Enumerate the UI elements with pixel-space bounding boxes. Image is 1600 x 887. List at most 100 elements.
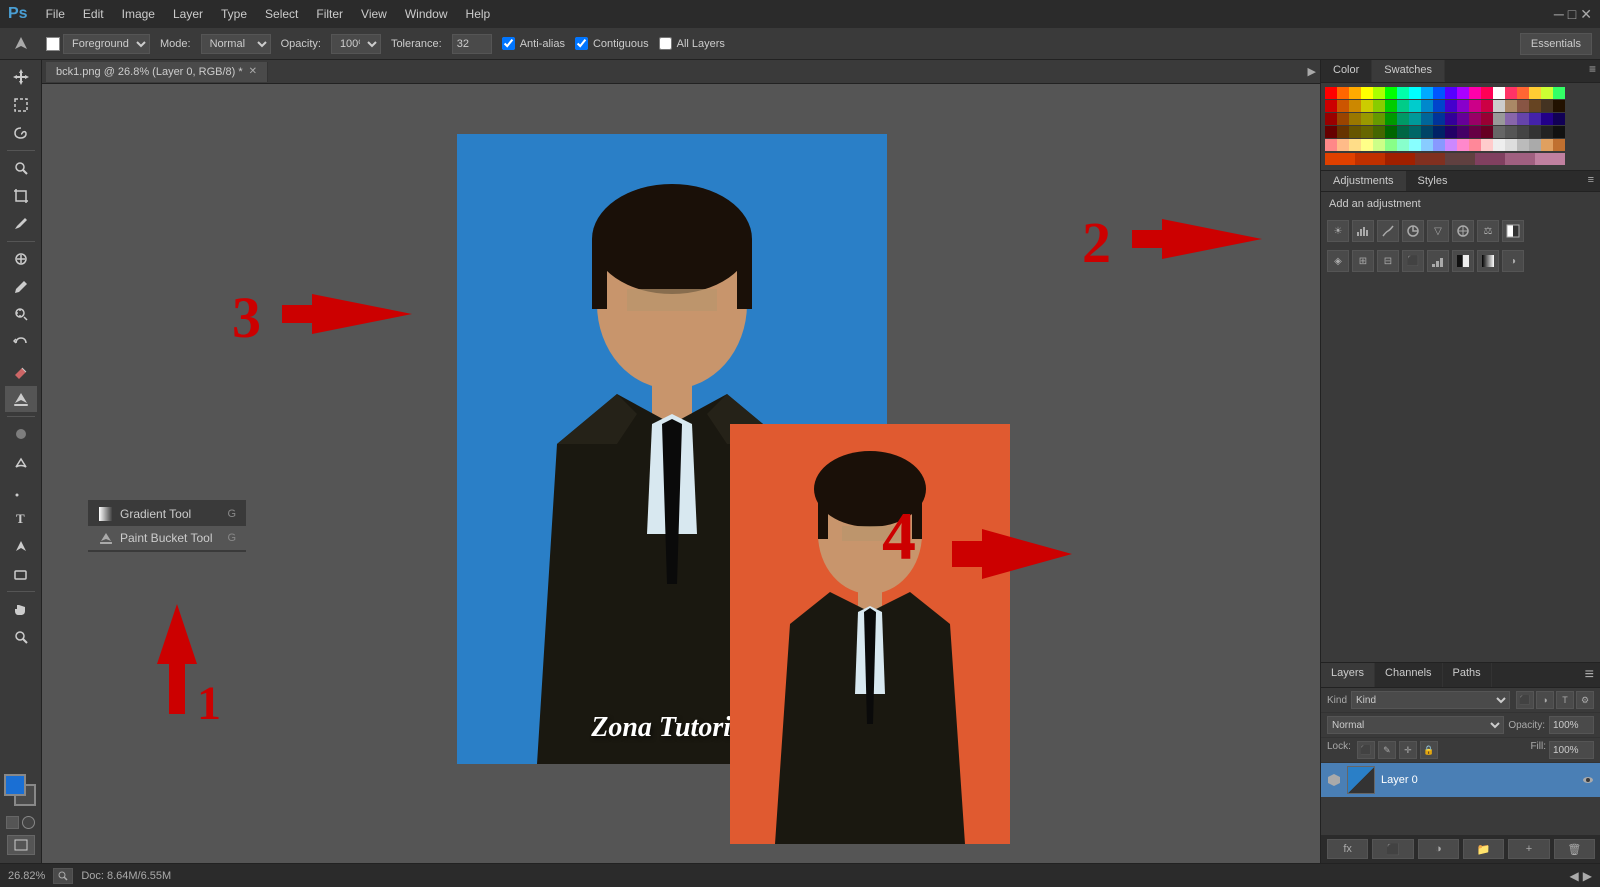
swatch-light-gray[interactable]: [1493, 100, 1505, 112]
swatch-dark-forest[interactable]: [1397, 126, 1409, 138]
layer-0-item[interactable]: Layer 0: [1321, 763, 1600, 797]
channel-mixer-icon[interactable]: ⊞: [1352, 250, 1374, 272]
swatch-light-green[interactable]: [1385, 139, 1397, 151]
foreground-selector[interactable]: Foreground: [46, 34, 150, 54]
swatch-very-dark-burgundy[interactable]: [1481, 126, 1493, 138]
swatch-dark-olive[interactable]: [1361, 113, 1373, 125]
swatch-grid[interactable]: [1321, 83, 1600, 170]
history-brush-tool[interactable]: [5, 330, 37, 356]
menu-edit[interactable]: Edit: [75, 5, 112, 23]
swatch-indigo[interactable]: [1445, 100, 1457, 112]
swatch-tan[interactable]: [1505, 100, 1517, 112]
swatch-amber[interactable]: [1349, 87, 1361, 99]
standard-mode-button[interactable]: [6, 816, 19, 829]
gradient-map-icon[interactable]: [1477, 250, 1499, 272]
swatch-brown[interactable]: [1349, 100, 1361, 112]
tool-context-menu[interactable]: Gradient Tool G Paint Bucket Tool G: [87, 499, 247, 553]
quick-mask-button[interactable]: [22, 816, 35, 829]
color-balance-icon[interactable]: ⚖: [1477, 220, 1499, 242]
bw-icon[interactable]: [1502, 220, 1524, 242]
swatch-darker-red[interactable]: [1385, 153, 1415, 165]
swatch-dark-avocado[interactable]: [1373, 126, 1385, 138]
delete-layer-button[interactable]: 🗑: [1554, 839, 1595, 859]
lasso-tool[interactable]: [5, 120, 37, 146]
menu-image[interactable]: Image: [114, 5, 163, 23]
swatch-mauve[interactable]: [1445, 153, 1475, 165]
swatch-very-dark-teal[interactable]: [1409, 126, 1421, 138]
new-fill-layer-button[interactable]: ◑: [1418, 839, 1459, 859]
filter-pixel-icon[interactable]: ⬛: [1516, 691, 1534, 709]
swatch-periwinkle[interactable]: [1433, 139, 1445, 151]
swatch-rust[interactable]: [1337, 113, 1349, 125]
swatch-rose[interactable]: [1469, 87, 1481, 99]
anti-alias-checkbox[interactable]: [502, 37, 515, 50]
swatch-very-dark-red[interactable]: [1325, 126, 1337, 138]
marquee-tool[interactable]: [5, 92, 37, 118]
brightness-contrast-icon[interactable]: ☀: [1327, 220, 1349, 242]
hue-saturation-icon[interactable]: [1452, 220, 1474, 242]
add-style-button[interactable]: fx: [1327, 839, 1368, 859]
swatch-maroon[interactable]: [1325, 113, 1337, 125]
swatch-darker-gray[interactable]: [1505, 126, 1517, 138]
swatch-forest-green[interactable]: [1385, 100, 1397, 112]
swatches-tab[interactable]: Swatches: [1372, 60, 1445, 82]
swatch-navy[interactable]: [1433, 113, 1445, 125]
swatch-light-rose[interactable]: [1457, 139, 1469, 151]
vibrance-icon[interactable]: ▽: [1427, 220, 1449, 242]
status-bar-arrow-left[interactable]: ◀: [1570, 869, 1579, 883]
dodge-tool[interactable]: [5, 449, 37, 475]
swatch-orange-red[interactable]: [1325, 153, 1355, 165]
swatch-gray[interactable]: [1493, 113, 1505, 125]
menu-select[interactable]: Select: [257, 5, 306, 23]
tab-close-button[interactable]: ✕: [249, 66, 257, 77]
swatch-dark-rust[interactable]: [1337, 126, 1349, 138]
swatch-lavender[interactable]: [1505, 113, 1517, 125]
levels-icon[interactable]: [1352, 220, 1374, 242]
swatch-dusty-rose[interactable]: [1505, 153, 1535, 165]
selective-color-icon[interactable]: ◑: [1502, 250, 1524, 272]
swatch-spring[interactable]: [1397, 87, 1409, 99]
swatch-chocolate[interactable]: [1529, 100, 1541, 112]
invert-icon[interactable]: ⬛: [1402, 250, 1424, 272]
paint-bucket-option[interactable]: Paint Bucket Tool G: [88, 526, 246, 550]
swatch-dark-lavender[interactable]: [1517, 113, 1529, 125]
swatch-dark-orange[interactable]: [1337, 100, 1349, 112]
swatch-cyan[interactable]: [1409, 87, 1421, 99]
clone-stamp-tool[interactable]: [5, 302, 37, 328]
swatch-violet[interactable]: [1445, 87, 1457, 99]
filter-smart-icon[interactable]: ⚙: [1576, 691, 1594, 709]
swatch-very-dark-violet[interactable]: [1541, 113, 1553, 125]
add-mask-button[interactable]: ⬛: [1372, 839, 1413, 859]
swatch-very-dark-blue[interactable]: [1421, 126, 1433, 138]
swatch-dark-amber[interactable]: [1349, 113, 1361, 125]
swatch-dark-green[interactable]: [1385, 113, 1397, 125]
kind-dropdown[interactable]: Kind: [1351, 691, 1510, 709]
swatch-dark-brown2[interactable]: [1349, 126, 1361, 138]
layers-panel-menu[interactable]: ≡: [1579, 663, 1600, 687]
quick-selection-tool[interactable]: [5, 155, 37, 181]
swatch-very-dark-indigo[interactable]: [1445, 126, 1457, 138]
mode-dropdown[interactable]: Normal: [201, 34, 271, 54]
close-button[interactable]: ✕: [1580, 6, 1592, 23]
swatch-very-dark-gray[interactable]: [1517, 126, 1529, 138]
swatch-lighter-gray[interactable]: [1505, 139, 1517, 151]
swatch-coral[interactable]: [1517, 87, 1529, 99]
swatch-light-violet[interactable]: [1445, 139, 1457, 151]
swatch-pink-mauve[interactable]: [1535, 153, 1565, 165]
swatch-light-crimson[interactable]: [1469, 139, 1481, 151]
panel-collapse-icon[interactable]: ≡: [1589, 62, 1596, 80]
tolerance-input[interactable]: [452, 34, 492, 54]
swatch-very-light-gray[interactable]: [1493, 139, 1505, 151]
layers-tab[interactable]: Layers: [1321, 663, 1375, 687]
swatch-steel-blue[interactable]: [1421, 100, 1433, 112]
zoom-tool[interactable]: [5, 624, 37, 650]
swatch-hot-pink[interactable]: [1505, 87, 1517, 99]
photo-filter-icon[interactable]: ◈: [1327, 250, 1349, 272]
lock-position-button[interactable]: ✛: [1399, 741, 1417, 759]
eyedropper-tool[interactable]: [5, 211, 37, 237]
anti-alias-label[interactable]: Anti-alias: [502, 37, 565, 50]
swatch-dark-blue[interactable]: [1421, 113, 1433, 125]
menu-type[interactable]: Type: [213, 5, 255, 23]
swatch-sienna[interactable]: [1517, 100, 1529, 112]
fill-input[interactable]: [1549, 741, 1594, 759]
